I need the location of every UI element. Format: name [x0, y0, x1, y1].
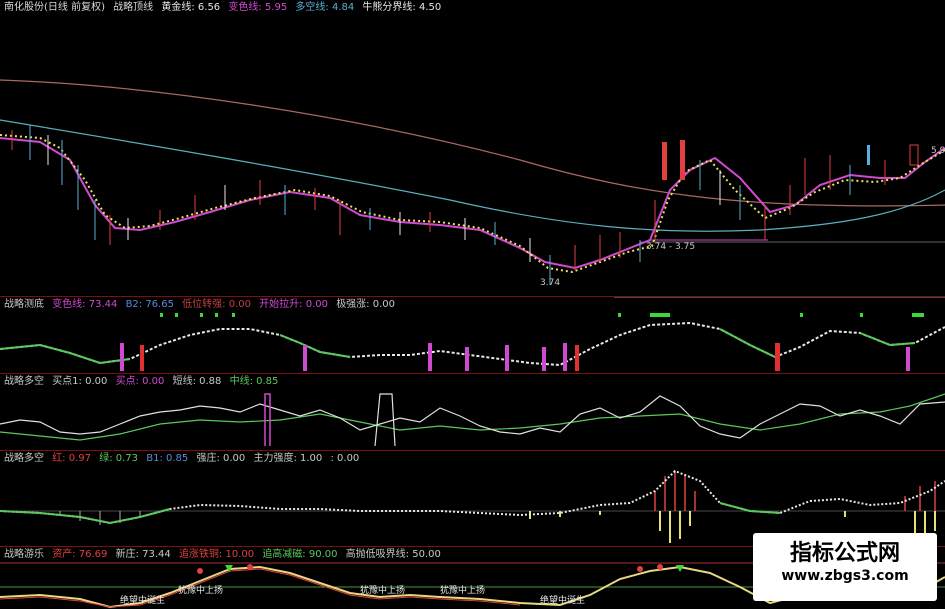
fun-annotation-2: 犹豫中上扬 — [360, 586, 406, 596]
fun-annotation-1: 犹豫中上扬 — [178, 586, 224, 596]
watermark-title: 指标公式网 — [789, 541, 900, 566]
price-chart — [0, 79, 945, 285]
range-label: 3.74 - 3.75 — [646, 242, 696, 252]
long-short-panel[interactable]: 战略多空 红: 0.97 绿: 0.73 B1: 0.85 强庄: 0.00 主… — [0, 451, 945, 546]
fun-annotation-3: 犹豫中上扬 — [440, 586, 486, 596]
long-short-chart — [0, 469, 945, 543]
fun-annotation-4: 绝望中诞生 — [540, 596, 586, 606]
price-right-label: 5.9 — [931, 146, 945, 156]
low-label: 3.74 — [540, 278, 561, 288]
bottom-test-panel[interactable]: 战略测底 变色线: 73.44 B2: 76.65 低位转强: 0.00 开始拉… — [0, 297, 945, 373]
watermark-url: www.zbgs3.com — [781, 568, 909, 584]
analysis-chart — [0, 393, 945, 447]
site-watermark: 指标公式网 www.zbgs3.com — [753, 533, 937, 601]
analysis-panel[interactable]: 战略多空 买点1: 0.00 买点: 0.00 短线: 0.88 中线: 0.8… — [0, 374, 945, 450]
fun-annotation-0: 绝望中诞生 — [120, 596, 166, 606]
bottom-test-chart — [0, 297, 945, 371]
price-panel[interactable]: 南化股份(日线 前复权) 战略顶线 黄金线: 6.56 变色线: 5.95 多空… — [0, 0, 945, 296]
